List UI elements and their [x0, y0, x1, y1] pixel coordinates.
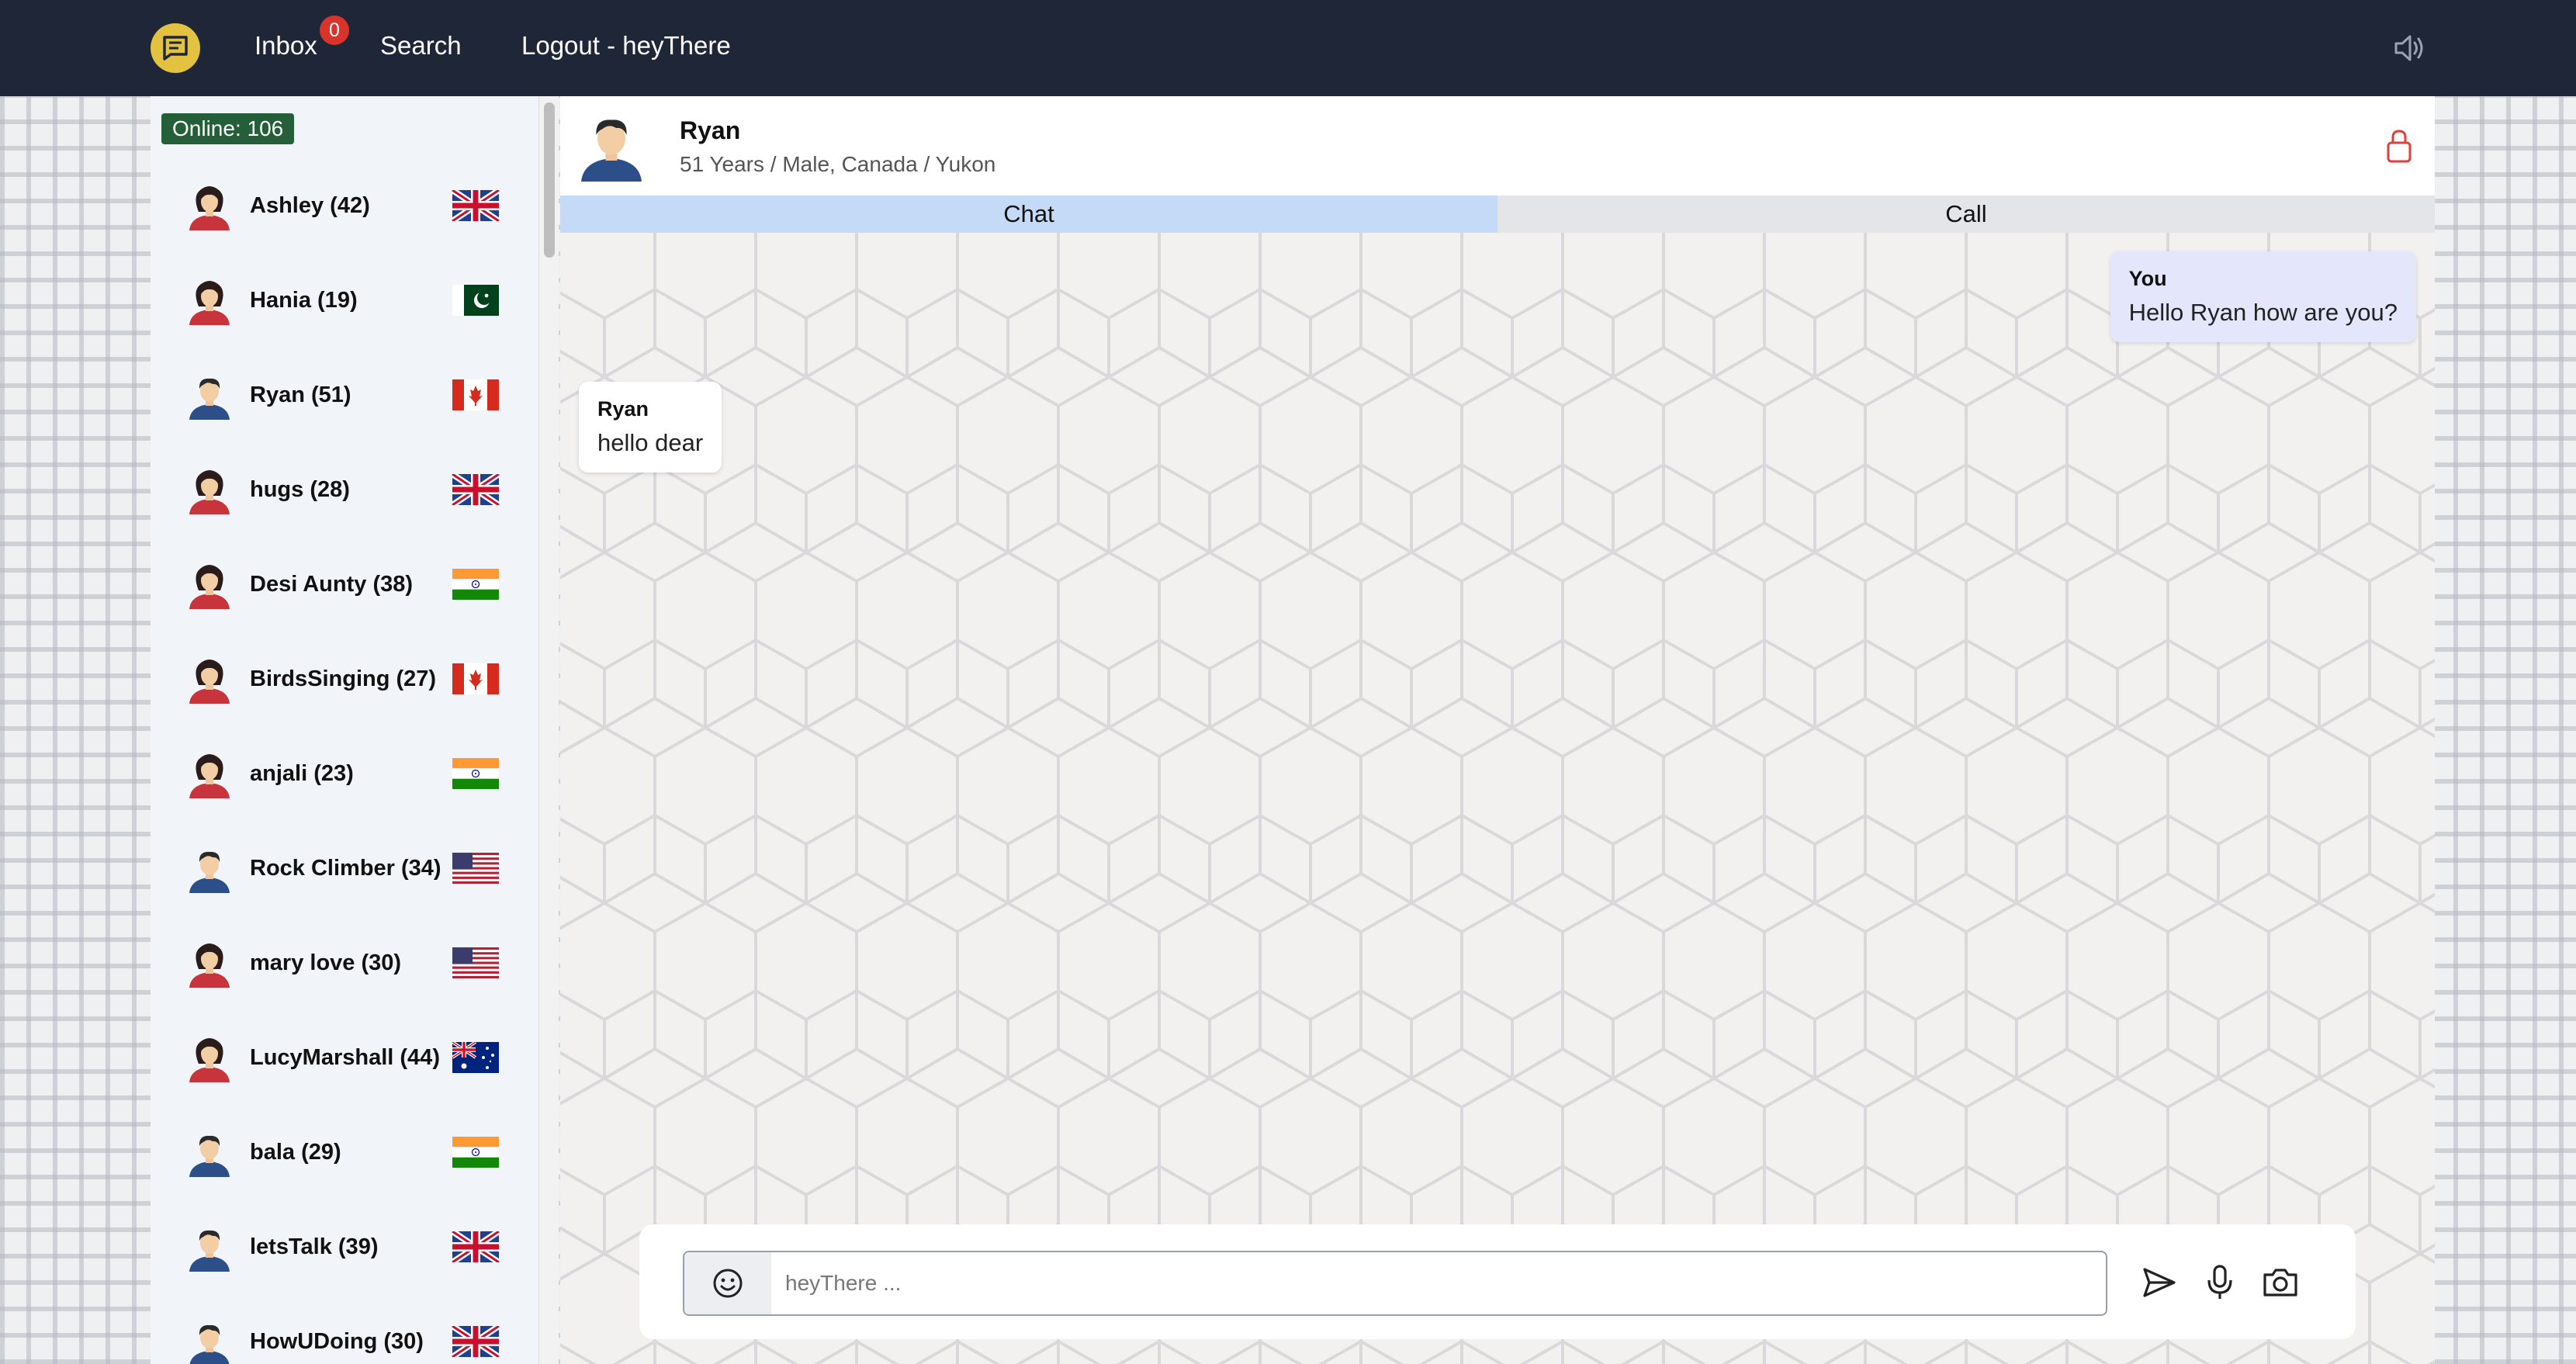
uk-flag-icon — [452, 474, 500, 505]
hexagon-background — [560, 233, 2435, 1364]
sidebar-user-name: Hania (19) — [250, 288, 358, 313]
female-avatar-icon — [185, 275, 234, 325]
sidebar-user-name: HowUDoing (30) — [250, 1329, 424, 1354]
message-text: Hello Ryan how are you? — [2128, 299, 2398, 326]
chat-header: Ryan 51 Years / Male, Canada / Yukon — [560, 96, 2435, 196]
outgoing-message: You Hello Ryan how are you? — [2110, 251, 2416, 342]
chat-partner-details: 51 Years / Male, Canada / Yukon — [680, 152, 996, 176]
usa-flag-icon — [452, 947, 500, 978]
sidebar-user-item[interactable]: BirdsSinging (27) — [151, 632, 538, 726]
sidebar-scrollbar[interactable] — [538, 96, 559, 1364]
sidebar-user-name: mary love (30) — [250, 950, 402, 975]
incoming-message: Ryan hello dear — [579, 382, 722, 473]
message-composer — [639, 1224, 2356, 1339]
sidebar-user-item[interactable]: hugs (28) — [151, 442, 538, 537]
online-users-sidebar: Online: 106 Ashley (42) Hania (19) Ryan (5… — [151, 96, 538, 1364]
sidebar-user-item[interactable]: anjali (23) — [151, 726, 538, 821]
speaker-icon[interactable] — [2390, 29, 2427, 67]
sidebar-user-name: letsTalk (39) — [250, 1234, 379, 1259]
message-author: Ryan — [597, 397, 649, 421]
sidebar-user-item[interactable]: Desi Aunty (38) — [151, 537, 538, 632]
sidebar-user-name: LucyMarshall (44) — [250, 1045, 440, 1070]
online-count-badge: Online: 106 — [161, 113, 295, 144]
message-input-wrapper — [683, 1251, 2107, 1316]
search-link[interactable]: Search — [380, 31, 462, 61]
sidebar-user-name: bala (29) — [250, 1140, 341, 1165]
sidebar-user-name: Ryan (51) — [250, 383, 351, 407]
chat-partner-name: Ryan — [680, 116, 741, 144]
inbox-count-badge: 0 — [320, 16, 349, 45]
message-author: You — [2128, 267, 2167, 290]
sidebar-user-item[interactable]: mary love (30) — [151, 916, 538, 1010]
tab-call[interactable]: Call — [1497, 196, 2435, 233]
male-avatar-icon — [185, 1317, 234, 1364]
scrollbar-thumb[interactable] — [544, 102, 555, 258]
male-avatar-icon — [185, 843, 234, 893]
uk-flag-icon — [452, 190, 500, 221]
chat-tabs: Chat Call — [560, 196, 2435, 233]
smiley-icon — [713, 1269, 743, 1298]
male-avatar-icon — [185, 1222, 234, 1272]
female-avatar-icon — [185, 1033, 234, 1082]
female-avatar-icon — [185, 559, 234, 609]
canada-flag-icon — [452, 663, 500, 694]
female-avatar-icon — [185, 654, 234, 704]
sidebar-user-name: Ashley (42) — [250, 193, 370, 218]
sidebar-user-name: anjali (23) — [250, 761, 354, 786]
sidebar-user-item[interactable]: Hania (19) — [151, 253, 538, 348]
sidebar-user-name: BirdsSinging (27) — [250, 666, 437, 691]
sidebar-user-item[interactable]: bala (29) — [151, 1105, 538, 1200]
india-flag-icon — [452, 569, 500, 600]
microphone-icon[interactable] — [2200, 1263, 2239, 1302]
chat-panel: Ryan 51 Years / Male, Canada / Yukon Cha… — [560, 96, 2435, 1364]
sidebar-user-item[interactable]: Rock Climber (34) — [151, 821, 538, 916]
tab-chat[interactable]: Chat — [560, 196, 1497, 233]
top-navbar: Inbox 0 Search Logout - heyThere — [0, 0, 2576, 96]
camera-icon[interactable] — [2261, 1263, 2300, 1302]
australia-flag-icon — [452, 1042, 500, 1073]
inbox-link[interactable]: Inbox — [254, 31, 317, 61]
message-area: You Hello Ryan how are you? Ryan hello d… — [560, 233, 2435, 1364]
female-avatar-icon — [185, 938, 234, 988]
sidebar-user-item[interactable]: Ashley (42) — [151, 158, 538, 253]
user-list: Ashley (42) Hania (19) Ryan (51) hugs (28) D… — [151, 158, 538, 1364]
male-avatar-icon — [185, 370, 234, 420]
send-icon[interactable] — [2140, 1263, 2179, 1302]
sidebar-user-item[interactable]: HowUDoing (30) — [151, 1294, 538, 1364]
male-avatar-icon — [574, 107, 649, 182]
female-avatar-icon — [185, 465, 234, 514]
india-flag-icon — [452, 758, 500, 789]
female-avatar-icon — [185, 181, 234, 230]
sidebar-user-name: hugs (28) — [250, 477, 350, 502]
canada-flag-icon — [452, 379, 500, 410]
sidebar-user-item[interactable]: Ryan (51) — [151, 348, 538, 442]
uk-flag-icon — [452, 1231, 500, 1262]
sidebar-user-name: Rock Climber (34) — [250, 856, 441, 881]
sidebar-user-item[interactable]: letsTalk (39) — [151, 1200, 538, 1294]
india-flag-icon — [452, 1137, 500, 1168]
sidebar-user-item[interactable]: LucyMarshall (44) — [151, 1010, 538, 1105]
chat-logo-icon[interactable] — [151, 23, 200, 73]
usa-flag-icon — [452, 853, 500, 884]
message-text: hello dear — [597, 429, 704, 456]
female-avatar-icon — [185, 749, 234, 798]
sidebar-user-name: Desi Aunty (38) — [250, 572, 414, 597]
uk-flag-icon — [452, 1326, 500, 1357]
emoji-button[interactable] — [684, 1252, 771, 1314]
logout-link[interactable]: Logout - heyThere — [521, 31, 731, 61]
lock-icon[interactable] — [2384, 127, 2415, 164]
male-avatar-icon — [185, 1127, 234, 1177]
message-input[interactable] — [785, 1252, 2096, 1314]
pakistan-flag-icon — [452, 285, 500, 316]
